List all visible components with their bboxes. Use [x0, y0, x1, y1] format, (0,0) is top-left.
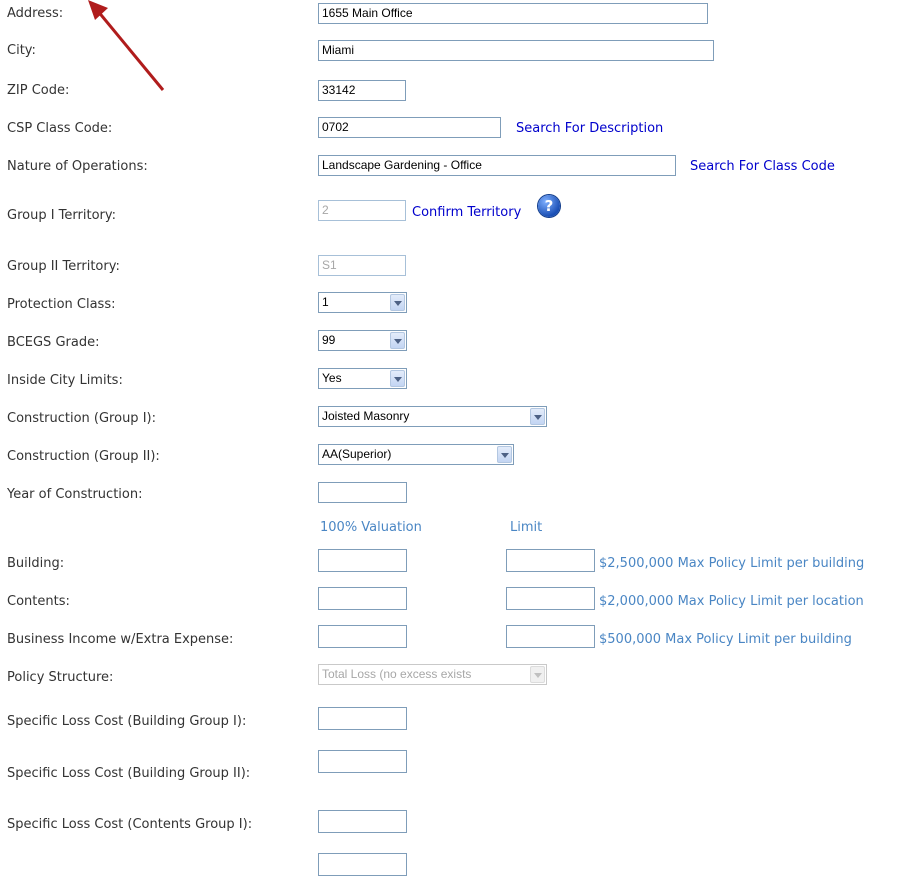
- business-income-label: Business Income w/Extra Expense:: [7, 632, 234, 647]
- chevron-down-icon[interactable]: [530, 408, 545, 425]
- building-limit-note: $2,500,000 Max Policy Limit per building: [599, 556, 865, 571]
- year-of-construction-label: Year of Construction:: [7, 487, 143, 502]
- city-label: City:: [7, 43, 36, 58]
- year-of-construction-field[interactable]: [318, 482, 407, 503]
- chevron-down-icon[interactable]: [390, 294, 405, 311]
- protection-class-select[interactable]: 1: [318, 292, 407, 313]
- help-icon[interactable]: ?: [538, 195, 560, 217]
- construction-group1-select[interactable]: Joisted Masonry: [318, 406, 547, 427]
- group2-territory-label: Group II Territory:: [7, 259, 120, 274]
- slc-building-g2-field[interactable]: [318, 750, 407, 773]
- contents-limit-note: $2,000,000 Max Policy Limit per location: [599, 594, 864, 609]
- construction-group2-value: AA(Superior): [322, 447, 392, 461]
- group1-territory-label: Group I Territory:: [7, 208, 117, 223]
- limit-column-header: Limit: [510, 520, 543, 535]
- nature-of-operations-field[interactable]: Landscape Gardening - Office: [318, 155, 676, 176]
- confirm-territory-link[interactable]: Confirm Territory: [412, 205, 521, 220]
- construction-group2-label: Construction (Group II):: [7, 449, 160, 464]
- construction-group2-select[interactable]: AA(Superior): [318, 444, 514, 465]
- chevron-down-icon[interactable]: [497, 446, 512, 463]
- contents-limit-field[interactable]: [506, 587, 595, 610]
- bcegs-grade-label: BCEGS Grade:: [7, 335, 100, 350]
- business-income-valuation-field[interactable]: [318, 625, 407, 648]
- search-for-class-code-link[interactable]: Search For Class Code: [690, 159, 835, 174]
- protection-class-label: Protection Class:: [7, 297, 116, 312]
- policy-structure-label: Policy Structure:: [7, 670, 114, 685]
- csp-class-code-label: CSP Class Code:: [7, 121, 113, 136]
- slc-contents-g1-field[interactable]: [318, 810, 407, 833]
- group1-territory-field: 2: [318, 200, 406, 221]
- inside-city-limits-select[interactable]: Yes: [318, 368, 407, 389]
- city-field[interactable]: Miami: [318, 40, 714, 61]
- policy-structure-value: Total Loss (no excess exists: [322, 667, 472, 681]
- zip-field[interactable]: 33142: [318, 80, 406, 101]
- chevron-down-icon[interactable]: [390, 332, 405, 349]
- inside-city-limits-value: Yes: [322, 371, 342, 385]
- building-label: Building:: [7, 556, 65, 571]
- construction-group1-label: Construction (Group I):: [7, 411, 156, 426]
- slc-contents-g1-label: Specific Loss Cost (Contents Group I):: [7, 817, 253, 832]
- csp-class-code-field[interactable]: 0702: [318, 117, 501, 138]
- chevron-down-icon: [530, 666, 545, 683]
- bcegs-grade-select[interactable]: 99: [318, 330, 407, 351]
- business-income-limit-field[interactable]: [506, 625, 595, 648]
- building-limit-field[interactable]: [506, 549, 595, 572]
- building-valuation-field[interactable]: [318, 549, 407, 572]
- search-for-description-link[interactable]: Search For Description: [516, 121, 663, 136]
- business-income-limit-note: $500,000 Max Policy Limit per building: [599, 632, 852, 647]
- valuation-column-header: 100% Valuation: [320, 520, 422, 535]
- bcegs-grade-value: 99: [322, 333, 336, 347]
- slc-building-g1-label: Specific Loss Cost (Building Group I):: [7, 714, 247, 729]
- next-field-partial[interactable]: [318, 853, 407, 876]
- protection-class-value: 1: [322, 295, 329, 309]
- contents-valuation-field[interactable]: [318, 587, 407, 610]
- slc-building-g1-field[interactable]: [318, 707, 407, 730]
- slc-building-g2-label: Specific Loss Cost (Building Group II):: [7, 766, 251, 781]
- address-label: Address:: [7, 6, 64, 21]
- policy-structure-select: Total Loss (no excess exists: [318, 664, 547, 685]
- chevron-down-icon[interactable]: [390, 370, 405, 387]
- address-field[interactable]: 1655 Main Office: [318, 3, 708, 24]
- construction-group1-value: Joisted Masonry: [322, 409, 410, 423]
- zip-label: ZIP Code:: [7, 83, 70, 98]
- inside-city-limits-label: Inside City Limits:: [7, 373, 123, 388]
- nature-of-operations-label: Nature of Operations:: [7, 159, 148, 174]
- contents-label: Contents:: [7, 594, 70, 609]
- group2-territory-field: S1: [318, 255, 406, 276]
